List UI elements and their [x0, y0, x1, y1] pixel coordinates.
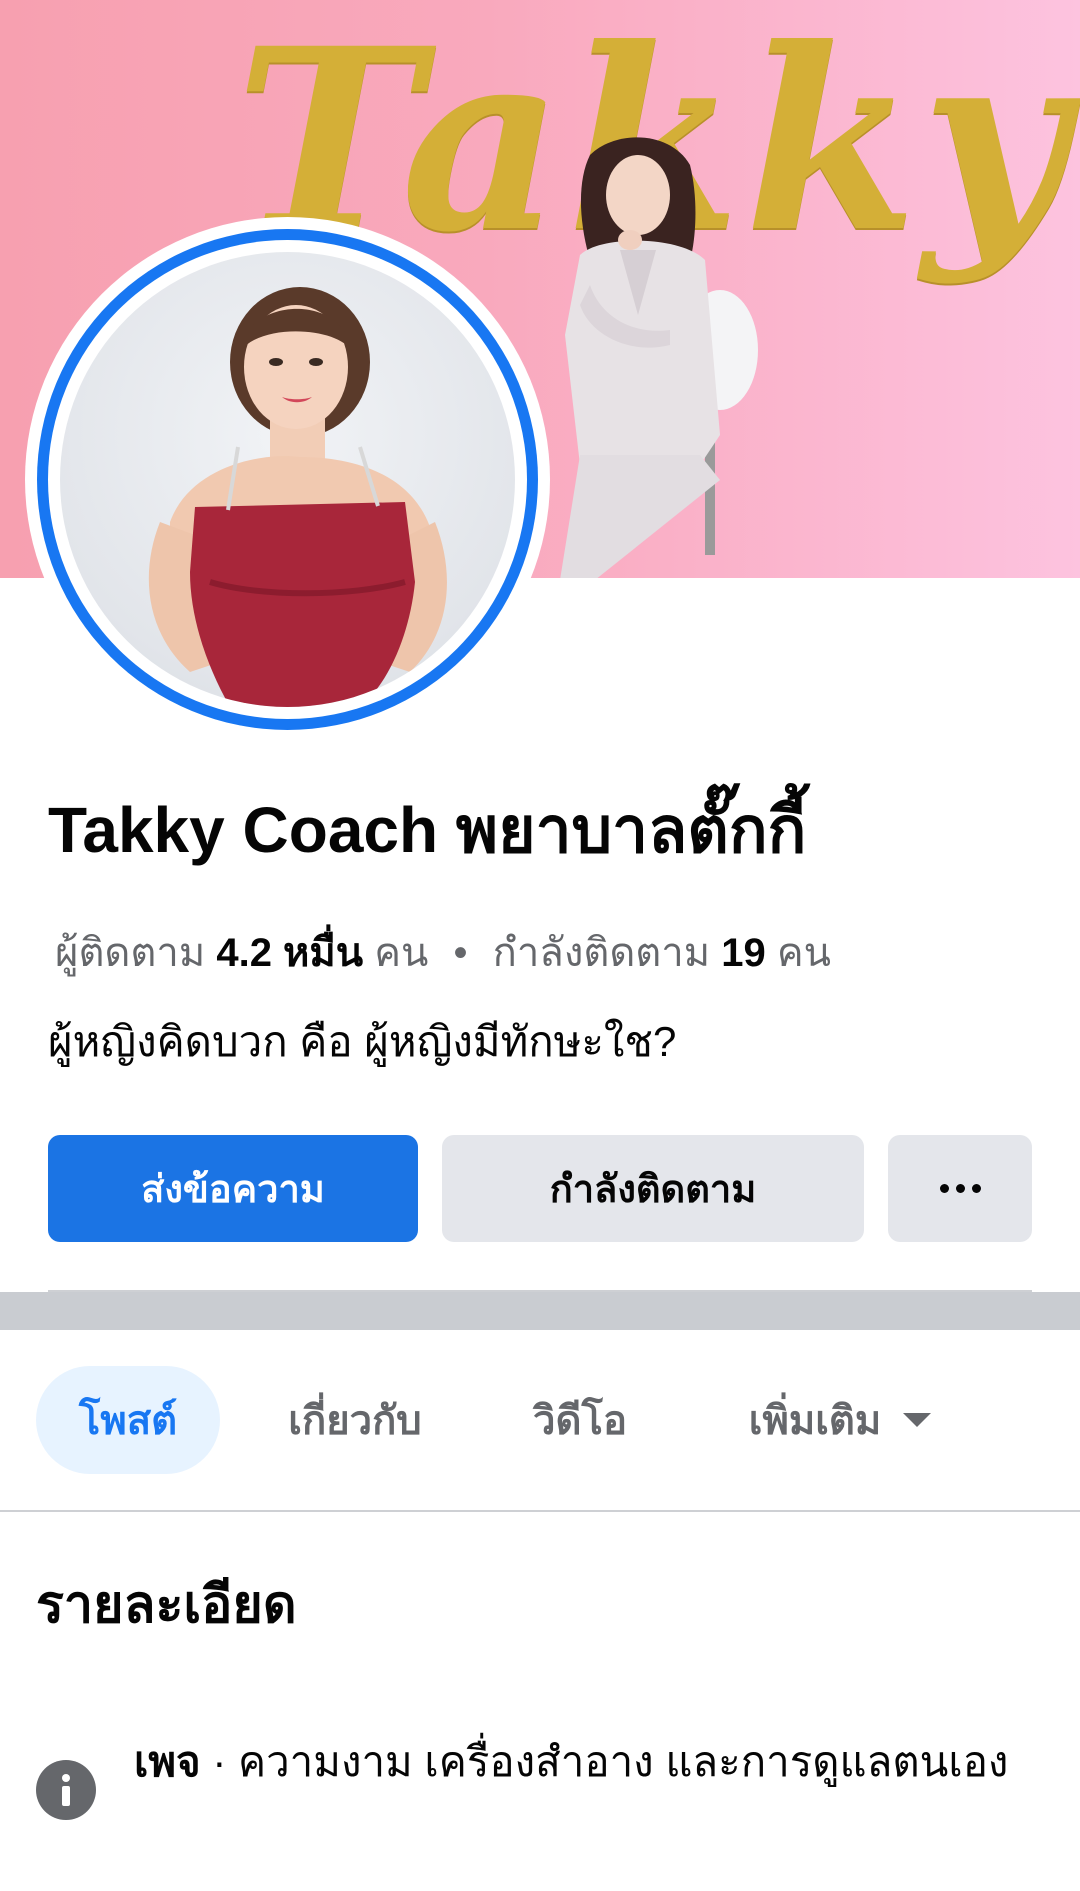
avatar-photo [60, 252, 515, 707]
following-button[interactable]: กำลังติดตาม [442, 1135, 864, 1242]
details-heading: รายละเอียด [36, 1576, 297, 1634]
send-message-button[interactable]: ส่งข้อความ [48, 1135, 418, 1242]
following-count: 19 [721, 931, 766, 975]
category-separator: · [212, 1738, 227, 1785]
page-bio: ผู้หญิงคิดบวก คือ ผู้หญิงมีทักษะใช? [48, 1018, 677, 1065]
stats-separator: • [453, 931, 468, 975]
tab-about-label: เกี่ยวกับ [288, 1399, 422, 1443]
followers-count: 4.2 หมื่น [216, 931, 364, 975]
following-unit: คน [776, 931, 831, 975]
tab-posts[interactable]: โพสต์ [36, 1366, 220, 1474]
category-label: เพจ [134, 1738, 201, 1785]
send-message-label: ส่งข้อความ [141, 1169, 325, 1211]
followers-label: ผู้ติดตาม [55, 931, 206, 975]
category-value: ความงาม เครื่องสำอาง และการดูแลตนเอง [238, 1738, 1009, 1785]
follower-stats[interactable]: ผู้ติดตาม 4.2 หมื่น คน • กำลังติดตาม 19 … [55, 925, 1055, 981]
cover-person-figure [560, 137, 758, 578]
followers-unit: คน [374, 931, 429, 975]
following-button-label: กำลังติดตาม [549, 1169, 757, 1211]
tab-posts-label: โพสต์ [78, 1399, 178, 1443]
tab-videos-label: วิดีโอ [533, 1399, 627, 1443]
info-icon [36, 1760, 96, 1820]
tab-more-label: เพิ่มเติม [748, 1399, 882, 1443]
page-title: Takky Coach พยาบาลตั๊กกี้ [48, 794, 807, 866]
more-options-button[interactable] [888, 1135, 1032, 1242]
following-label: กำลังติดตาม [492, 931, 711, 975]
tab-videos[interactable]: วิดีโอ [520, 1366, 640, 1474]
page-category: เพจ · ความงาม เครื่องสำอาง และการดูแลตนเ… [134, 1722, 1034, 1802]
profile-tabs: โพสต์ เกี่ยวกับ วิดีโอ เพิ่มเติม [0, 1330, 1080, 1510]
divider [0, 1510, 1080, 1512]
tab-about[interactable]: เกี่ยวกับ [270, 1366, 440, 1474]
more-horizontal-icon [939, 1184, 981, 1193]
chevron-down-icon [903, 1413, 932, 1427]
section-separator [0, 1292, 1080, 1330]
tab-more[interactable]: เพิ่มเติม [720, 1366, 960, 1474]
profile-avatar[interactable] [25, 217, 550, 742]
